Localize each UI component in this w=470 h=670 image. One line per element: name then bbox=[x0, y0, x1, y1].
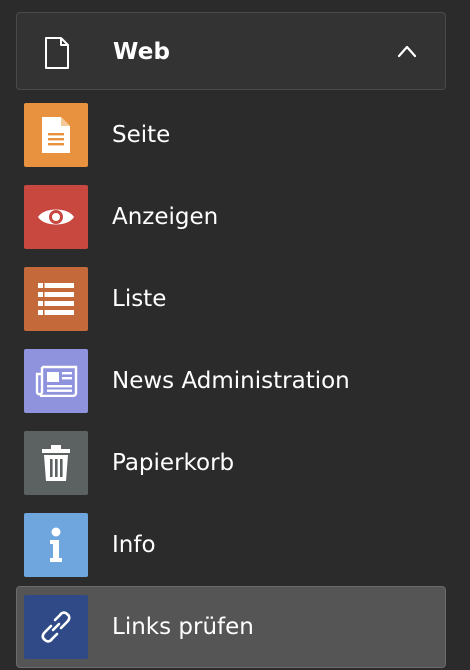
link-icon bbox=[41, 611, 71, 643]
menu-item-label: News Administration bbox=[112, 368, 350, 394]
news-tile bbox=[24, 349, 88, 413]
menu-item-info[interactable]: Info bbox=[16, 504, 446, 586]
menu-item-seite[interactable]: Seite bbox=[16, 94, 446, 176]
menu-item-papierkorb[interactable]: Papierkorb bbox=[16, 422, 446, 504]
menu-item-label: Seite bbox=[112, 122, 171, 148]
trash-icon bbox=[42, 445, 70, 481]
menu-item-anzeigen[interactable]: Anzeigen bbox=[16, 176, 446, 258]
page-tile bbox=[24, 103, 88, 167]
web-group-header[interactable]: Web bbox=[16, 12, 446, 90]
chevron-up-icon[interactable] bbox=[397, 44, 417, 58]
newspaper-icon bbox=[35, 365, 78, 397]
menu-item-news-administration[interactable]: News Administration bbox=[16, 340, 446, 422]
menu-item-label: Links prüfen bbox=[112, 614, 254, 640]
list-tile bbox=[24, 267, 88, 331]
view-tile bbox=[24, 185, 88, 249]
trash-tile bbox=[24, 431, 88, 495]
menu-item-label: Info bbox=[112, 532, 156, 558]
info-icon bbox=[50, 527, 62, 562]
page-icon bbox=[42, 117, 70, 153]
info-tile bbox=[24, 513, 88, 577]
menu-item-links-pruefen[interactable]: Links prüfen bbox=[16, 586, 446, 668]
document-icon bbox=[45, 37, 69, 69]
menu-item-label: Papierkorb bbox=[112, 450, 235, 476]
menu-item-liste[interactable]: Liste bbox=[16, 258, 446, 340]
menu-item-label: Liste bbox=[112, 286, 167, 312]
group-title: Web bbox=[113, 39, 171, 65]
list-icon bbox=[38, 283, 74, 315]
eye-icon bbox=[38, 209, 74, 225]
menu-item-label: Anzeigen bbox=[112, 204, 219, 230]
linkcheck-tile bbox=[24, 595, 88, 659]
module-menu: Web Seite Anzeigen Liste News Administra… bbox=[0, 0, 470, 670]
